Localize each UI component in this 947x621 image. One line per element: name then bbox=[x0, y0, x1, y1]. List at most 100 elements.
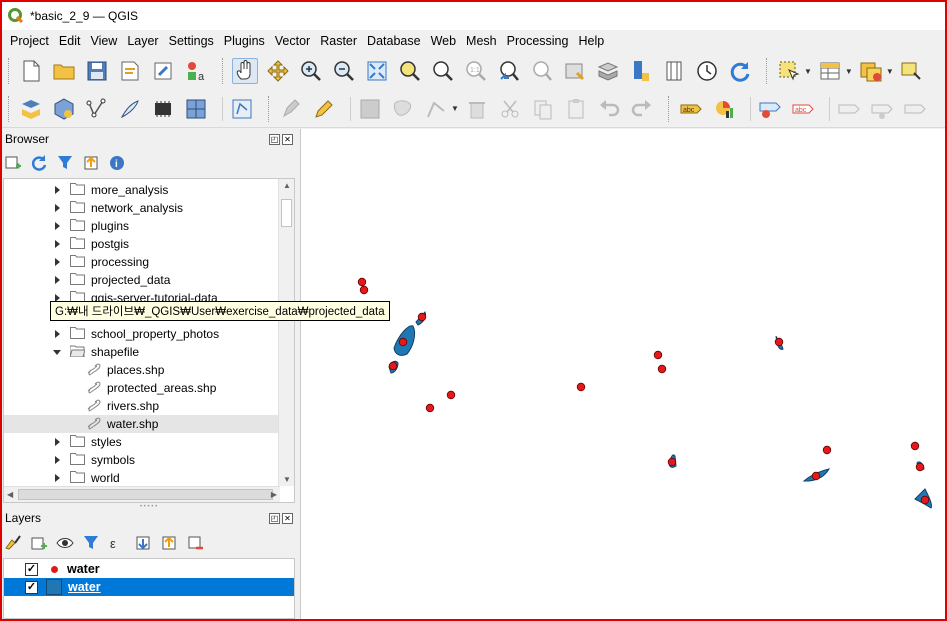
browser-item-water-shp[interactable]: water.shp bbox=[4, 415, 280, 433]
new-3d-view-icon[interactable] bbox=[661, 58, 687, 84]
chevron-down-icon[interactable]: ▼ bbox=[845, 67, 853, 76]
menu-vector[interactable]: Vector bbox=[270, 34, 315, 48]
menu-web[interactable]: Web bbox=[426, 34, 461, 48]
refresh-icon[interactable] bbox=[727, 58, 753, 84]
water-point[interactable] bbox=[359, 285, 369, 295]
browser-item-symbols[interactable]: symbols bbox=[4, 451, 280, 469]
menu-raster[interactable]: Raster bbox=[315, 34, 362, 48]
browser-tree[interactable]: more_analysis network_analysis plugins post… bbox=[3, 178, 295, 503]
filter-expression-icon[interactable]: ε bbox=[108, 534, 126, 552]
water-point[interactable] bbox=[822, 445, 832, 455]
scroll-right-icon[interactable]: ▶ bbox=[271, 490, 277, 499]
menu-layer[interactable]: Layer bbox=[122, 34, 163, 48]
move-label-icon[interactable] bbox=[902, 96, 928, 122]
add-selected-layers-icon[interactable] bbox=[4, 154, 22, 172]
style-layer-icon[interactable] bbox=[4, 534, 22, 552]
chevron-right-icon[interactable] bbox=[52, 185, 62, 195]
attribute-table-icon[interactable] bbox=[817, 58, 843, 84]
copy-features-icon[interactable] bbox=[530, 96, 556, 122]
float-panel-icon[interactable]: ◰ bbox=[269, 512, 280, 524]
chevron-right-icon[interactable] bbox=[52, 221, 62, 231]
water-point[interactable] bbox=[774, 337, 784, 347]
cut-features-icon[interactable] bbox=[497, 96, 523, 122]
chevron-right-icon[interactable] bbox=[52, 275, 62, 285]
vertex-tool-icon[interactable] bbox=[423, 96, 449, 122]
water-point[interactable] bbox=[446, 390, 456, 400]
python-console-icon[interactable]: a bbox=[183, 58, 209, 84]
zoom-native-icon[interactable]: 1:1 bbox=[463, 58, 489, 84]
zoom-to-layer-icon[interactable] bbox=[430, 58, 456, 84]
scroll-left-icon[interactable]: ◀ bbox=[7, 490, 13, 499]
water-point[interactable] bbox=[910, 441, 920, 451]
menu-plugins[interactable]: Plugins bbox=[219, 34, 270, 48]
water-point[interactable] bbox=[425, 403, 435, 413]
water-point[interactable] bbox=[915, 462, 925, 472]
browser-item-postgis[interactable]: postgis bbox=[4, 235, 280, 253]
layer-visibility-checkbox[interactable]: ✓ bbox=[25, 562, 38, 576]
menu-edit[interactable]: Edit bbox=[54, 34, 86, 48]
visibility-icon[interactable] bbox=[56, 534, 74, 552]
water-point[interactable] bbox=[657, 364, 667, 374]
menu-project[interactable]: Project bbox=[2, 34, 54, 48]
toggle-editing-icon[interactable] bbox=[278, 96, 304, 122]
menu-help[interactable]: Help bbox=[573, 34, 609, 48]
zoom-full-icon[interactable] bbox=[364, 58, 390, 84]
delete-selected-icon[interactable] bbox=[464, 96, 490, 122]
temporal-controller-icon[interactable] bbox=[694, 58, 720, 84]
print-layout-icon[interactable] bbox=[117, 58, 143, 84]
float-panel-icon[interactable]: ◰ bbox=[269, 133, 280, 145]
add-feature-icon[interactable] bbox=[390, 96, 416, 122]
scroll-down-icon[interactable]: ▼ bbox=[283, 475, 291, 484]
menu-processing[interactable]: Processing bbox=[502, 34, 574, 48]
diagram-icon[interactable] bbox=[711, 96, 737, 122]
browser-item-projected-data[interactable]: projected_data bbox=[4, 271, 280, 289]
open-project-icon[interactable] bbox=[51, 58, 77, 84]
collapse-all-icon[interactable] bbox=[160, 534, 178, 552]
pan-to-selection-icon[interactable] bbox=[265, 58, 291, 84]
browser-item-world[interactable]: world bbox=[4, 469, 280, 487]
water-point[interactable] bbox=[811, 471, 821, 481]
close-panel-icon[interactable]: ✕ bbox=[282, 512, 293, 524]
chevron-right-icon[interactable] bbox=[52, 455, 62, 465]
browser-item-school-property-photos[interactable]: school_property_photos bbox=[4, 325, 280, 343]
layer-item-point[interactable]: ✓ water bbox=[4, 560, 294, 578]
browser-item-plugins[interactable]: plugins bbox=[4, 217, 280, 235]
save-edits-icon[interactable] bbox=[357, 96, 383, 122]
chevron-right-icon[interactable] bbox=[52, 437, 62, 447]
save-project-icon[interactable] bbox=[84, 58, 110, 84]
chevron-right-icon[interactable] bbox=[52, 239, 62, 249]
toolbar-grip[interactable] bbox=[222, 58, 226, 84]
new-project-icon[interactable] bbox=[18, 58, 44, 84]
water-point[interactable] bbox=[417, 312, 427, 322]
collapse-all-icon[interactable] bbox=[82, 154, 100, 172]
new-temporary-layer-icon[interactable] bbox=[150, 96, 176, 122]
data-source-manager-icon[interactable] bbox=[18, 96, 44, 122]
map-features[interactable] bbox=[301, 129, 945, 619]
new-bookmark-icon[interactable] bbox=[562, 58, 588, 84]
toolbar-grip[interactable] bbox=[8, 95, 12, 122]
browser-item-protected-areas-shp[interactable]: protected_areas.shp bbox=[4, 379, 280, 397]
layer-item-polygon[interactable]: ✓ water bbox=[4, 578, 294, 596]
chevron-right-icon[interactable] bbox=[52, 203, 62, 213]
zoom-out-icon[interactable] bbox=[331, 58, 357, 84]
annotation-icon[interactable] bbox=[899, 58, 925, 84]
browser-item-more-analysis[interactable]: more_analysis bbox=[4, 181, 280, 199]
digitizing-icon[interactable] bbox=[229, 96, 255, 122]
filter-icon[interactable] bbox=[56, 154, 74, 172]
chevron-down-icon[interactable]: ▼ bbox=[451, 104, 459, 113]
water-point[interactable] bbox=[653, 350, 663, 360]
undo-icon[interactable] bbox=[596, 96, 622, 122]
chevron-right-icon[interactable] bbox=[52, 473, 62, 483]
scroll-up-icon[interactable]: ▲ bbox=[283, 181, 291, 190]
zoom-to-selection-icon[interactable] bbox=[397, 58, 423, 84]
scroll-thumb[interactable] bbox=[18, 489, 273, 500]
toolbar-grip[interactable] bbox=[8, 58, 12, 84]
label-icon[interactable]: abc bbox=[678, 96, 704, 122]
show-bookmarks-icon[interactable] bbox=[595, 58, 621, 84]
browser-item-network-analysis[interactable]: network_analysis bbox=[4, 199, 280, 217]
browser-item-styles[interactable]: styles bbox=[4, 433, 280, 451]
zoom-in-icon[interactable] bbox=[298, 58, 324, 84]
new-spatialite-icon[interactable] bbox=[117, 96, 143, 122]
paste-features-icon[interactable] bbox=[563, 96, 589, 122]
show-hide-label-icon[interactable] bbox=[869, 96, 895, 122]
